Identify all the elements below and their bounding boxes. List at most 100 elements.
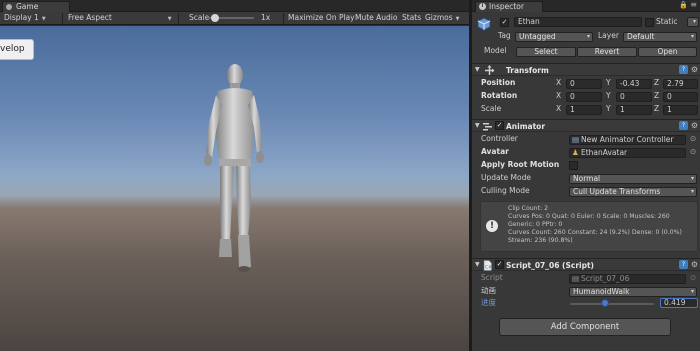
menu-icon[interactable]: ≡ — [690, 0, 697, 9]
gameobject-cube-icon — [477, 17, 491, 31]
axis-x-label[interactable]: X — [556, 78, 561, 88]
avatar-field[interactable]: ♟ EthanAvatar — [569, 148, 686, 158]
rotation-z-field[interactable]: 0 — [663, 92, 698, 102]
position-z-field[interactable]: 2.79 — [663, 79, 698, 89]
chevron-down-icon: ▼ — [41, 16, 46, 22]
axis-x-label[interactable]: X — [556, 91, 561, 101]
inspector-tab-bar: i Inspector 🔒 ≡ — [472, 0, 700, 12]
svg-text:C#: C# — [485, 265, 492, 271]
progress-slider-track[interactable] — [570, 303, 654, 305]
tab-game-label: Game — [16, 2, 39, 11]
axis-y-label[interactable]: Y — [606, 91, 611, 101]
info-line: Generic: 0 PPtr: 0 — [508, 221, 563, 228]
static-checkbox[interactable] — [645, 18, 654, 27]
avatar-icon: ♟ — [572, 148, 579, 157]
gear-icon[interactable]: ⚙ — [691, 120, 698, 131]
maximize-on-play-toggle[interactable]: Maximize On Play — [288, 12, 355, 24]
script-enabled-checkbox[interactable]: ✓ — [495, 260, 504, 269]
help-icon[interactable]: ? — [679, 260, 688, 269]
tag-dropdown[interactable]: Untagged — [515, 32, 593, 42]
position-x-field[interactable]: 0 — [566, 79, 602, 89]
anim-dropdown[interactable]: HumanoidWalk — [569, 287, 697, 297]
object-picker-icon: ⊙ — [690, 273, 697, 282]
layer-dropdown[interactable]: Default — [623, 32, 697, 42]
axis-z-label[interactable]: Z — [654, 91, 659, 101]
animator-header[interactable]: ▼ ✓ Animator ? ⚙ — [472, 119, 700, 132]
object-picker-icon[interactable]: ⊙ — [690, 147, 696, 156]
tag-label: Tag — [498, 31, 511, 40]
scale-z-field[interactable]: 1 — [663, 105, 698, 115]
axis-z-label[interactable]: Z — [654, 104, 659, 114]
axis-z-label[interactable]: Z — [654, 78, 659, 88]
controller-field[interactable]: ▤ New Animator Controller — [569, 135, 686, 145]
axis-y-label[interactable]: Y — [606, 104, 611, 114]
static-dropdown[interactable] — [687, 17, 699, 27]
info-line: Curves Count: 260 Constant: 24 (9.2%) De… — [508, 229, 682, 236]
scale-x-field[interactable]: 1 — [566, 105, 602, 115]
anim-label: 动画 — [481, 286, 496, 295]
mute-audio-toggle[interactable]: Mute Audio — [355, 12, 397, 24]
active-checkbox[interactable]: ✓ — [500, 18, 509, 27]
game-viewport[interactable]: velop — [0, 26, 469, 351]
scale-slider-handle[interactable] — [211, 14, 219, 22]
rotation-x-field[interactable]: 0 — [566, 92, 602, 102]
apply-root-motion-checkbox[interactable] — [569, 161, 578, 170]
script-label: Script — [481, 273, 503, 282]
stats-toggle[interactable]: Stats — [402, 12, 421, 24]
layer-label: Layer — [598, 31, 619, 40]
position-label: Position — [481, 78, 516, 87]
model-open-button[interactable]: Open — [638, 47, 697, 57]
model-revert-button[interactable]: Revert — [577, 47, 637, 57]
scale-label: Scale — [481, 104, 502, 113]
info-line: Stream: 236 (90.8%) — [508, 237, 573, 244]
gear-icon[interactable]: ⚙ — [691, 64, 698, 75]
transform-header[interactable]: ▼ Transform ? ⚙ — [472, 63, 700, 76]
gear-icon[interactable]: ⚙ — [691, 259, 698, 270]
axis-y-label[interactable]: Y — [606, 78, 611, 88]
expand-arrow-icon[interactable]: ▼ — [475, 261, 480, 268]
position-y-field[interactable]: -0.43 — [616, 79, 652, 89]
game-toolbar: Display 1 ▼ Free Aspect ▼ Scale 1x Maximiz… — [0, 12, 469, 25]
display-dropdown[interactable]: Display 1 ▼ — [4, 12, 46, 24]
animator-info-box: ! Clip Count: 2 Curves Pos: 0 Quat: 0 Eu… — [480, 201, 698, 252]
game-tab-icon — [6, 4, 12, 10]
help-icon[interactable]: ? — [679, 121, 688, 130]
gizmos-label: Gizmos — [425, 13, 453, 22]
script-component-header[interactable]: ▼ C# ✓ Script_07_06 (Script) ? ⚙ — [472, 258, 700, 271]
animator-icon — [483, 123, 492, 131]
develop-button[interactable]: velop — [0, 39, 34, 60]
aspect-label: Free Aspect — [68, 13, 112, 22]
controller-value: New Animator Controller — [581, 135, 674, 144]
model-select-button[interactable]: Select — [516, 47, 576, 57]
model-label: Model — [484, 46, 507, 55]
tab-inspector[interactable]: i Inspector — [475, 1, 543, 12]
help-icon[interactable]: ? — [679, 65, 688, 74]
object-picker-icon[interactable]: ⊙ — [690, 134, 696, 143]
progress-value-field[interactable]: 0.419 — [660, 298, 698, 308]
update-mode-label: Update Mode — [481, 173, 531, 182]
expand-arrow-icon[interactable]: ▼ — [475, 122, 480, 129]
animator-title: Animator — [506, 122, 546, 131]
animator-enabled-checkbox[interactable]: ✓ — [495, 121, 504, 130]
scale-value: 1x — [261, 13, 271, 22]
rotation-y-field[interactable]: 0 — [616, 92, 652, 102]
display-label: Display 1 — [4, 13, 39, 22]
object-name-field[interactable]: Ethan — [514, 17, 642, 27]
axis-x-label[interactable]: X — [556, 104, 561, 114]
ethan-character — [204, 64, 264, 272]
lock-icon[interactable]: 🔒 — [679, 1, 688, 9]
scale-y-field[interactable]: 1 — [616, 105, 652, 115]
culling-mode-dropdown[interactable]: Cull Update Transforms — [569, 187, 697, 197]
add-component-button[interactable]: Add Component — [499, 318, 671, 336]
aspect-dropdown[interactable]: Free Aspect ▼ — [68, 12, 172, 24]
update-mode-dropdown[interactable]: Normal — [569, 174, 697, 184]
script-field: ▤ Script_07_06 — [569, 274, 686, 284]
game-panel: Game Display 1 ▼ Free Aspect ▼ Scale 1x Ma… — [0, 0, 469, 351]
info-line: Curves Pos: 0 Quat: 0 Euler: 0 Scale: 0 … — [508, 213, 670, 220]
info-line: Clip Count: 2 — [508, 205, 549, 212]
expand-arrow-icon[interactable]: ▼ — [475, 66, 480, 73]
tab-game[interactable]: Game — [2, 1, 70, 12]
gizmos-dropdown[interactable]: Gizmos ▼ — [425, 12, 460, 24]
script-title: Script_07_06 (Script) — [506, 261, 594, 270]
progress-slider-handle[interactable] — [601, 299, 610, 307]
